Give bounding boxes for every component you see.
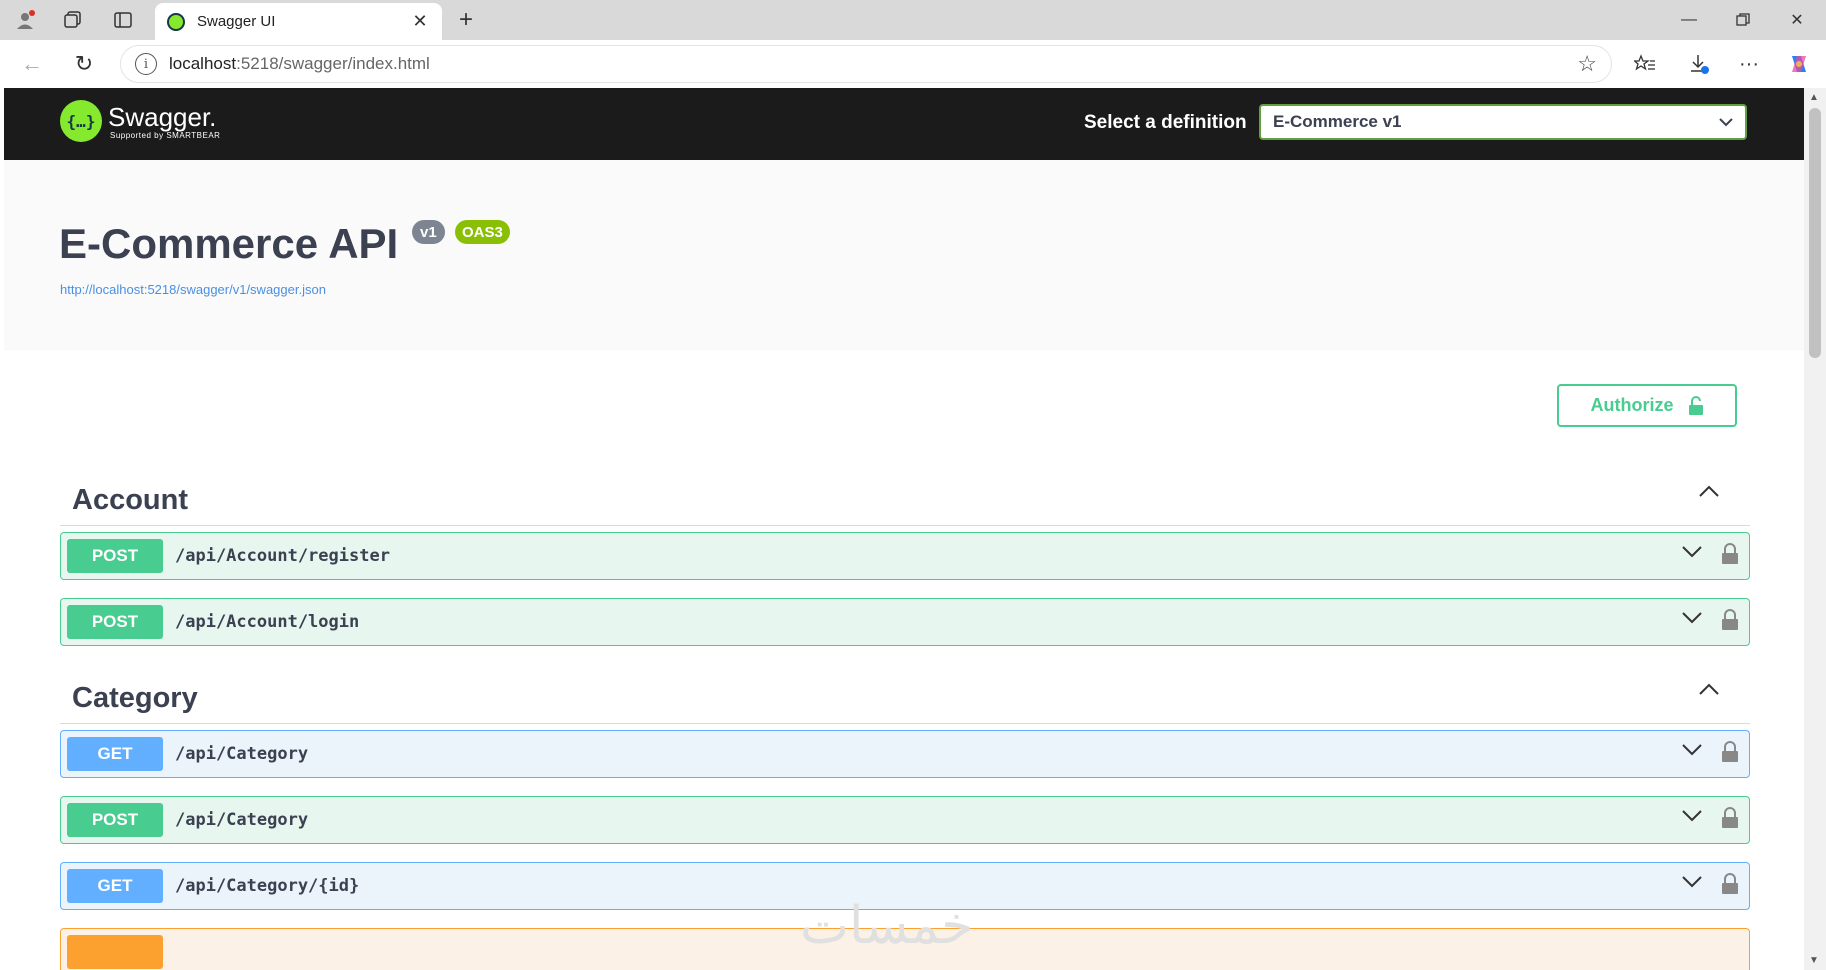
scroll-thumb[interactable]	[1809, 108, 1821, 358]
unlocked-lock-icon	[1688, 395, 1703, 415]
page-viewport: {…} Swagger. Supported by SMARTBEAR Sele…	[4, 88, 1804, 970]
chevron-up-icon[interactable]	[1698, 484, 1720, 498]
spec-url-link[interactable]: http://localhost:5218/swagger/v1/swagger…	[60, 282, 326, 297]
method-badge: POST	[67, 803, 163, 837]
method-badge: GET	[67, 737, 163, 771]
chevron-down-icon[interactable]	[1681, 743, 1703, 757]
api-title: E-Commerce API	[59, 220, 399, 267]
address-bar[interactable]: i localhost:5218/swagger/index.html ☆	[120, 45, 1612, 83]
active-tab[interactable]: Swagger UI ✕	[155, 3, 442, 40]
downloads-icon[interactable]	[1682, 49, 1716, 79]
scroll-up-icon[interactable]: ▲	[1809, 92, 1819, 103]
watermark: خمسات	[800, 896, 974, 956]
swagger-topbar: {…} Swagger. Supported by SMARTBEAR Sele…	[4, 88, 1804, 160]
more-options-icon[interactable]: ···	[1732, 49, 1766, 79]
refresh-icon[interactable]: ↻	[68, 49, 100, 79]
scroll-down-icon[interactable]: ▼	[1809, 955, 1819, 966]
tab-title: Swagger UI	[197, 13, 276, 30]
authorize-button[interactable]: Authorize	[1557, 384, 1737, 427]
method-badge: POST	[67, 605, 163, 639]
browser-tab-bar: Swagger UI ✕ + — ✕	[0, 0, 1826, 40]
lock-icon[interactable]	[1721, 741, 1739, 763]
close-tab-icon[interactable]: ✕	[410, 11, 430, 32]
method-badge	[67, 935, 163, 969]
restore-icon[interactable]	[1720, 6, 1766, 34]
chevron-down-icon[interactable]	[1681, 875, 1703, 889]
lock-icon[interactable]	[1721, 543, 1739, 565]
swagger-logo[interactable]: {…} Swagger. Supported by SMARTBEAR	[60, 100, 220, 142]
back-icon[interactable]: ←	[16, 49, 48, 79]
tag-name: Category	[72, 682, 198, 714]
swagger-logo-icon: {…}	[60, 100, 102, 142]
chevron-down-icon[interactable]	[1681, 611, 1703, 625]
operations-section: Account POST /api/Account/register POST …	[4, 454, 1804, 970]
close-window-icon[interactable]: ✕	[1774, 6, 1820, 34]
scheme-container: Authorize	[4, 350, 1804, 454]
authorize-label: Authorize	[1590, 395, 1674, 415]
site-info-icon[interactable]: i	[135, 53, 157, 75]
method-badge: POST	[67, 539, 163, 573]
lock-icon[interactable]	[1721, 807, 1739, 829]
tab-actions-icon[interactable]	[108, 6, 138, 34]
operation-account-register[interactable]: POST /api/Account/register	[60, 532, 1750, 580]
favorite-star-icon[interactable]: ☆	[1577, 51, 1597, 77]
tag-account[interactable]: Account	[60, 470, 1750, 526]
tag-name: Account	[72, 484, 188, 516]
operation-path: /api/Category	[175, 744, 309, 764]
version-badge: v1	[412, 220, 445, 244]
new-tab-icon[interactable]: +	[451, 6, 481, 34]
favorites-icon[interactable]	[1628, 49, 1662, 79]
operation-get-category[interactable]: GET /api/Category	[60, 730, 1750, 778]
operation-path: /api/Account/login	[175, 612, 360, 632]
logo-subtitle: Supported by SMARTBEAR	[110, 130, 221, 140]
minimize-icon[interactable]: —	[1666, 6, 1712, 34]
api-info: E-Commerce API v1 OAS3 http://localhost:…	[4, 160, 1804, 350]
operation-account-login[interactable]: POST /api/Account/login	[60, 598, 1750, 646]
definition-value: E-Commerce v1	[1273, 112, 1402, 131]
chevron-up-icon[interactable]	[1698, 682, 1720, 696]
chevron-down-icon[interactable]	[1681, 809, 1703, 823]
lock-icon[interactable]	[1721, 873, 1739, 895]
operation-path: /api/Category/{id}	[175, 876, 360, 896]
profile-icon[interactable]	[10, 6, 40, 34]
method-badge: GET	[67, 869, 163, 903]
collections-icon[interactable]	[58, 6, 88, 34]
url-text[interactable]: localhost:5218/swagger/index.html	[169, 54, 430, 74]
tag-category[interactable]: Category	[60, 668, 1750, 724]
operation-post-category[interactable]: POST /api/Category	[60, 796, 1750, 844]
oas-badge: OAS3	[455, 220, 510, 244]
page-scrollbar[interactable]: ▲ ▼	[1804, 88, 1826, 970]
definition-select[interactable]: E-Commerce v1	[1259, 104, 1747, 140]
chevron-down-icon	[1719, 114, 1733, 130]
logo-name: Swagger.	[108, 101, 217, 132]
lock-icon[interactable]	[1721, 609, 1739, 631]
copilot-icon[interactable]	[1782, 49, 1816, 79]
swagger-favicon-icon	[167, 12, 185, 31]
address-toolbar: ← ↻ i localhost:5218/swagger/index.html …	[0, 40, 1826, 88]
chevron-down-icon[interactable]	[1681, 545, 1703, 559]
definition-label: Select a definition	[1084, 112, 1247, 133]
operation-path: /api/Category	[175, 810, 309, 830]
operation-path: /api/Account/register	[175, 546, 390, 566]
